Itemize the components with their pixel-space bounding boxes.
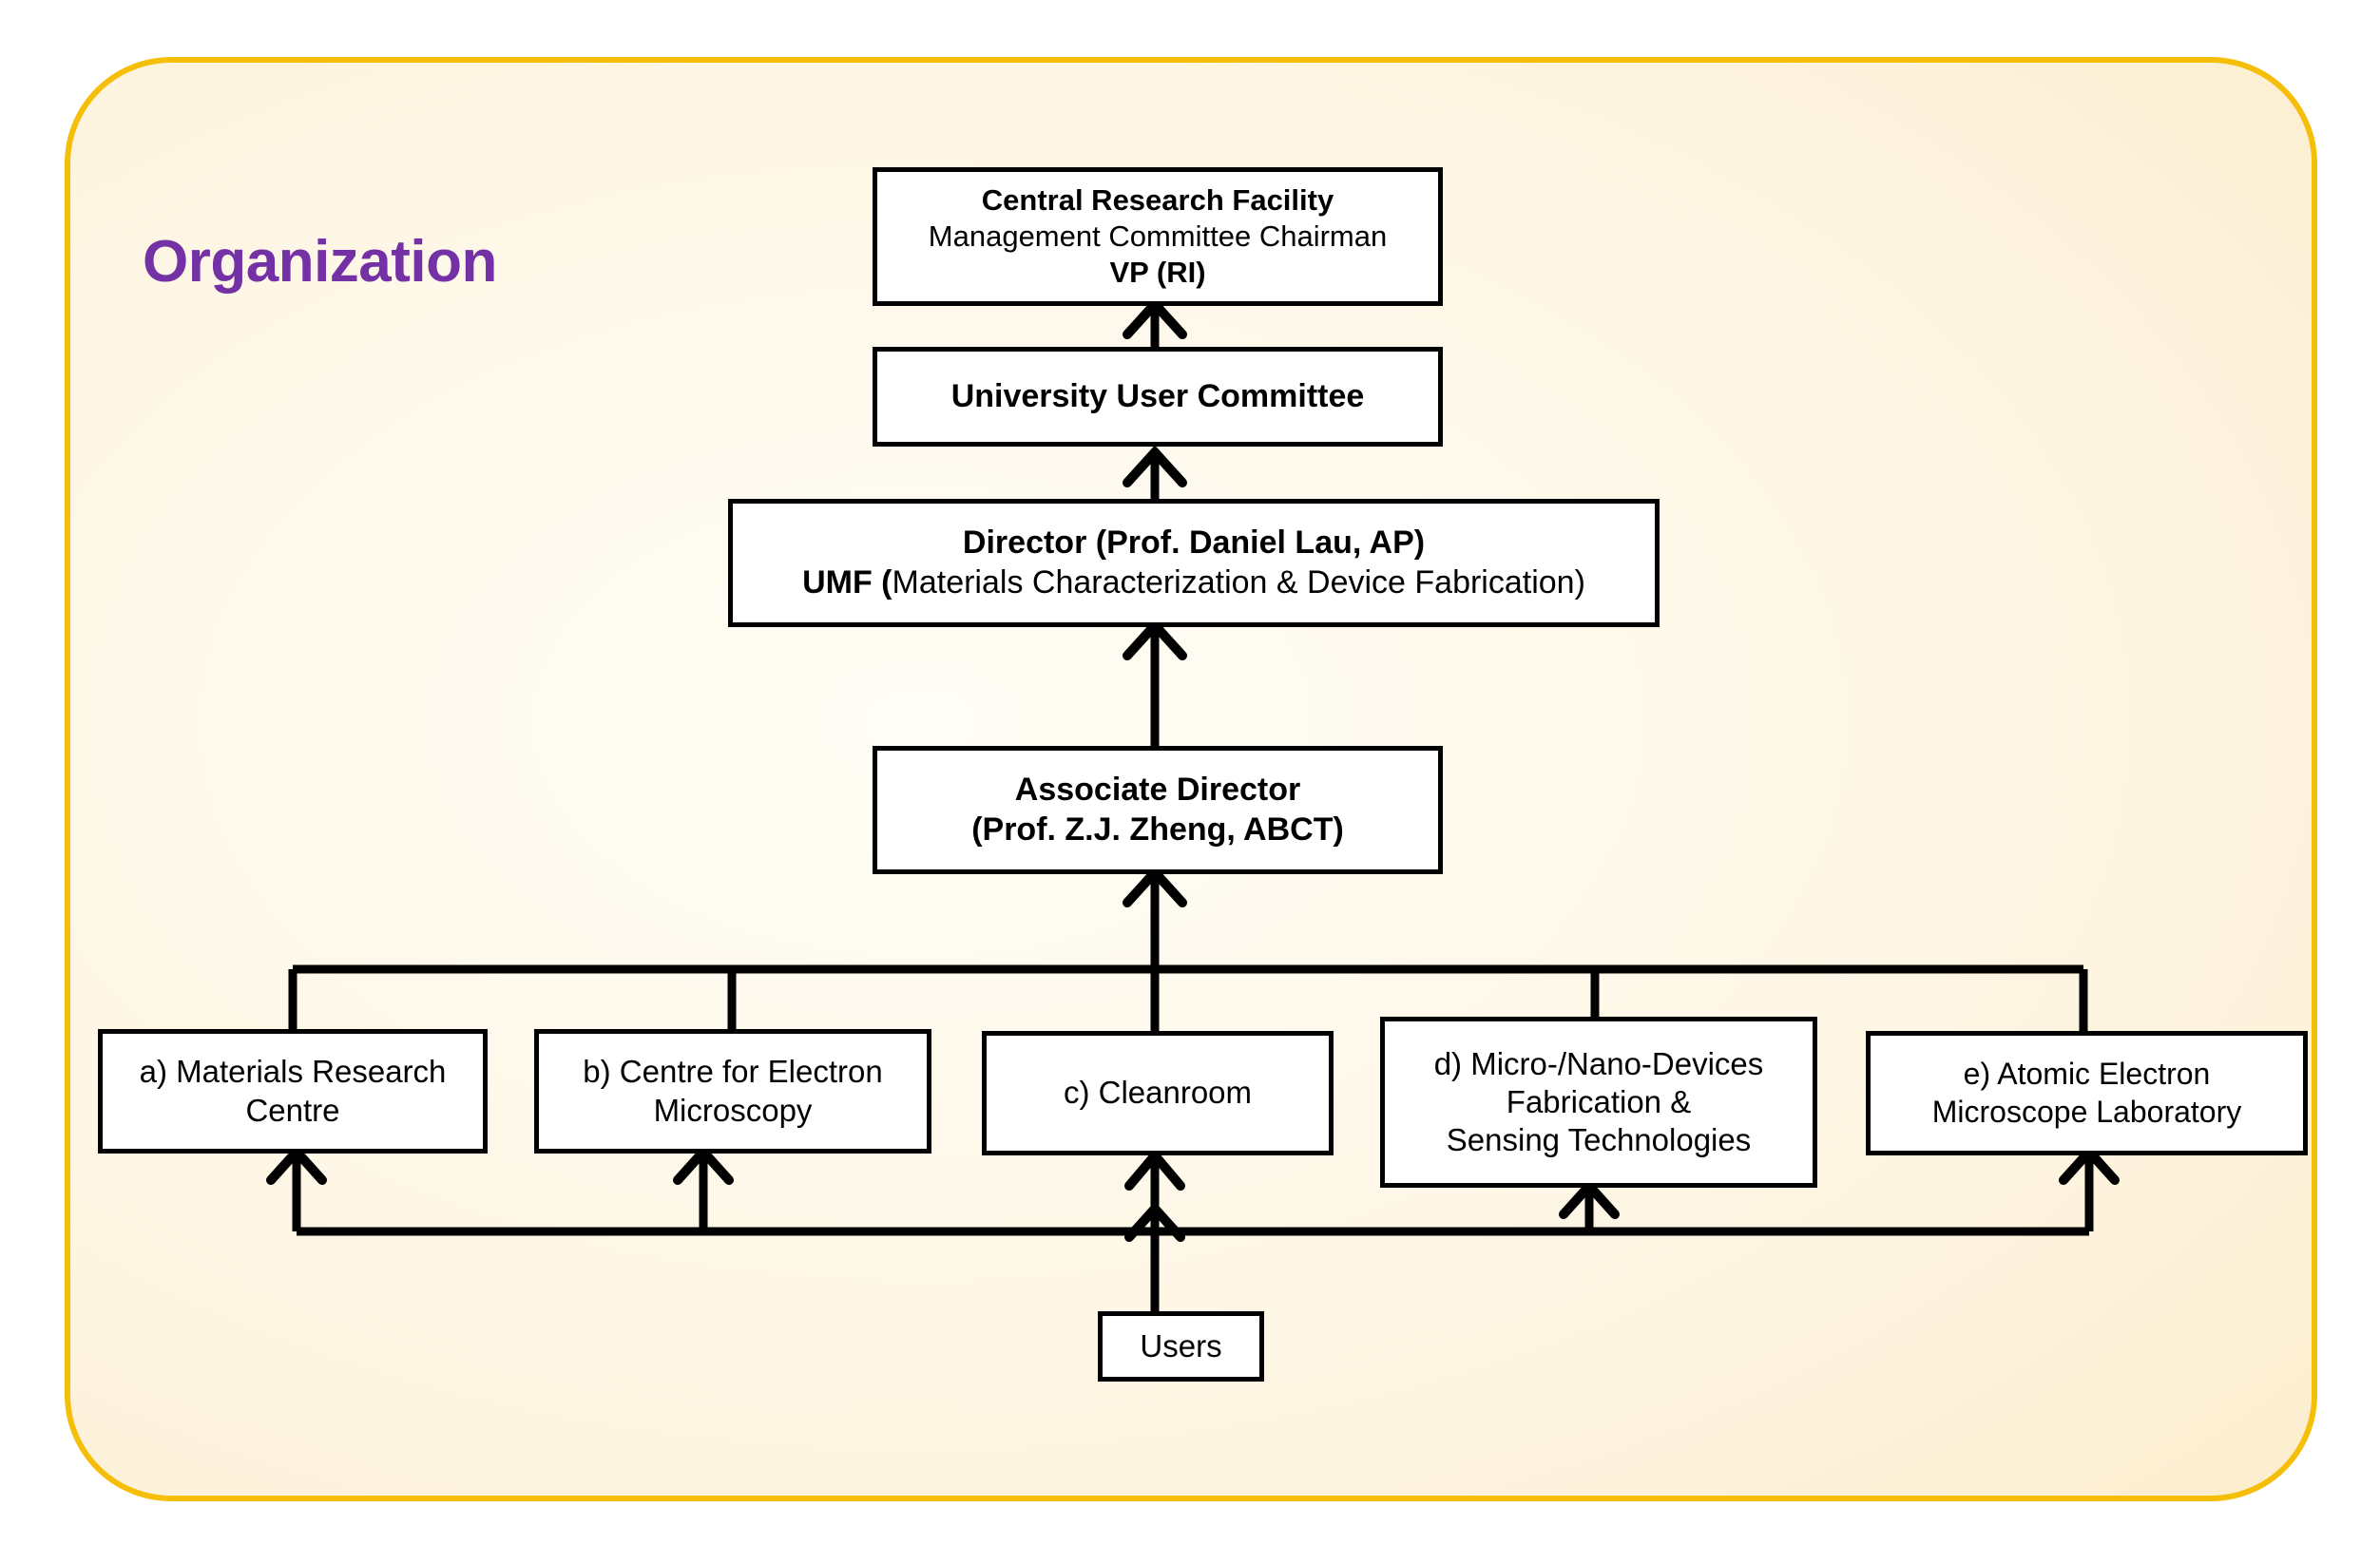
unit-d-line-2: Fabrication & [1506,1083,1692,1119]
node-users[interactable]: Users [1098,1311,1264,1382]
unit-b-line-2: Microscopy [653,1092,813,1128]
node-unit-a-materials-research-centre[interactable]: a) Materials Research Centre [98,1029,488,1154]
assocdir-line-2: (Prof. Z.J. Zheng, ABCT) [971,811,1344,848]
unit-d-line-3: Sensing Technologies [1446,1122,1752,1158]
node-associate-director[interactable]: Associate Director (Prof. Z.J. Zheng, AB… [873,746,1443,874]
unit-b-line-1: b) Centre for Electron [583,1054,883,1090]
unit-e-line-1: e) Atomic Electron [1963,1057,2211,1092]
node-unit-e-atomic-electron-microscope-lab[interactable]: e) Atomic Electron Microscope Laboratory [1866,1031,2308,1155]
diagram-canvas: Organization Central Research Facility M… [0,0,2380,1564]
crf-line-2: Management Committee Chairman [928,219,1388,254]
node-unit-c-cleanroom[interactable]: c) Cleanroom [982,1031,1334,1155]
node-unit-b-centre-for-electron-microscopy[interactable]: b) Centre for Electron Microscopy [534,1029,931,1154]
director-umf-expansion: Materials Characterization & Device Fabr… [892,563,1585,601]
unit-d-line-1: d) Micro-/Nano-Devices [1433,1045,1764,1081]
director-line-1: Director (Prof. Daniel Lau, AP) [962,525,1426,562]
crf-line-3: VP (RI) [1109,255,1206,289]
users-line-1: Users [1140,1327,1222,1364]
unit-e-line-2: Microscope Laboratory [1931,1094,2242,1129]
crf-line-1: Central Research Facility [981,183,1334,218]
unit-c-line-1: c) Cleanroom [1063,1075,1253,1111]
uuc-line-1: University User Committee [950,377,1365,414]
page-title: Organization [143,229,497,295]
node-director[interactable]: Director (Prof. Daniel Lau, AP) UMF (Mat… [728,499,1660,627]
node-unit-d-micro-nano-devices[interactable]: d) Micro-/Nano-Devices Fabrication & Sen… [1380,1017,1817,1188]
unit-a-line-1: a) Materials Research [139,1054,447,1090]
node-university-user-committee[interactable]: University User Committee [873,347,1443,447]
director-umf-label: UMF ( [802,563,892,601]
unit-a-line-2: Centre [245,1092,340,1128]
node-central-research-facility[interactable]: Central Research Facility Management Com… [873,167,1443,306]
director-line-2: UMF (Materials Characterization & Device… [802,563,1585,602]
assocdir-line-1: Associate Director [1014,772,1301,809]
